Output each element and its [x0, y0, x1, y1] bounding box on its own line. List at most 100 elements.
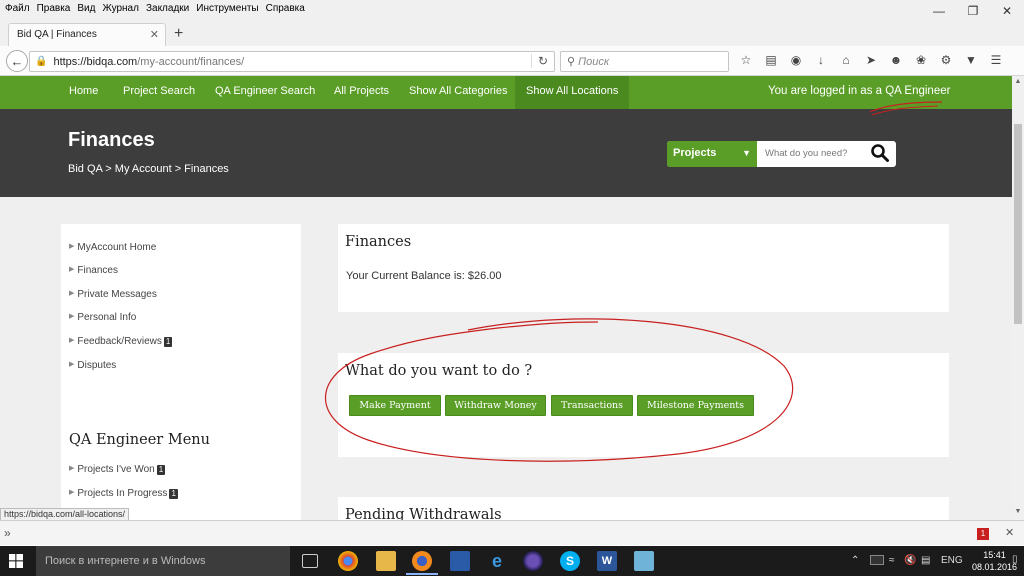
nav-show-all-categories[interactable]: Show All Categories: [409, 76, 507, 109]
page-scrollbar[interactable]: ▲ ▼: [1012, 76, 1024, 520]
menu-item-history[interactable]: Журнал: [102, 3, 139, 14]
close-bar-icon[interactable]: ✕: [1005, 526, 1014, 539]
toolbar-icons: ☆ ▤ ◉ ↓ ⌂ ➤ ☻ ❀ ⚙ ▼ ☰: [738, 53, 1004, 67]
sidebar-item-label: Personal Info: [77, 312, 137, 323]
logged-in-prefix: You are logged in as a: [768, 85, 886, 97]
sidebar-item-disputes[interactable]: ▶ Disputes: [69, 360, 116, 371]
triangle-right-icon: ▶: [69, 361, 75, 368]
nav-qa-engineer-search[interactable]: QA Engineer Search: [215, 76, 315, 109]
overflow-menu-icon[interactable]: ▼: [963, 53, 979, 67]
file-explorer-icon[interactable]: [376, 551, 396, 571]
sidebar-item-myaccount-home[interactable]: ▶ MyAccount Home: [69, 242, 156, 253]
header-search-input[interactable]: What do you need?: [765, 148, 847, 159]
withdraw-money-button[interactable]: Withdraw Money: [445, 395, 546, 416]
lock-icon: 🔒: [35, 56, 48, 67]
tray-app-icon[interactable]: [870, 555, 884, 565]
triangle-right-icon: ▶: [69, 266, 75, 273]
scroll-up-icon[interactable]: ▲: [1012, 78, 1024, 85]
firefox-icon[interactable]: [412, 551, 432, 571]
menu-item-view[interactable]: Вид: [77, 3, 95, 14]
word-icon[interactable]: W: [597, 551, 617, 571]
new-tab-icon[interactable]: +: [174, 25, 183, 43]
windows-start-icon[interactable]: [9, 554, 23, 568]
wifi-icon[interactable]: ≈: [889, 555, 895, 566]
nav-show-all-locations[interactable]: Show All Locations: [515, 76, 630, 109]
url-bar[interactable]: 🔒 https://bidqa.com /my-account/finances…: [29, 51, 555, 72]
active-app-indicator: [406, 573, 438, 575]
milestone-payments-button[interactable]: Milestone Payments: [637, 395, 754, 416]
chrome-icon[interactable]: [338, 551, 358, 571]
sidebar-item-personal-info[interactable]: ▶ Personal Info: [69, 312, 136, 323]
make-payment-button[interactable]: Make Payment: [349, 395, 441, 416]
finances-panel-title: Finances: [345, 234, 412, 250]
logged-in-status: You are logged in as a QA Engineer: [768, 85, 950, 97]
send-icon[interactable]: ➤: [863, 53, 879, 67]
caret-down-icon: ▼: [742, 148, 751, 158]
browser-search-placeholder: Поиск: [578, 56, 610, 68]
plugin-icon[interactable]: ⚙: [938, 53, 954, 67]
hamburger-menu-icon[interactable]: ☰: [988, 53, 1004, 67]
browser-tab[interactable]: Bid QA | Finances ✕: [8, 23, 166, 46]
screen: Файл Правка Вид Журнал Закладки Инструме…: [0, 0, 1024, 576]
clock-time: 15:41: [983, 550, 1006, 560]
sidebar-item-label: Private Messages: [77, 289, 157, 300]
search-category-select[interactable]: Projects ▼: [667, 141, 757, 167]
tray-expand-icon[interactable]: ⌃: [851, 555, 859, 566]
sidebar-item-projects-in-progress[interactable]: ▶ Projects In Progress 1: [69, 488, 178, 499]
reading-list-icon[interactable]: ▤: [763, 53, 779, 67]
scroll-down-icon[interactable]: ▼: [1012, 508, 1024, 515]
browser-menu-bar: Файл Правка Вид Журнал Закладки Инструме…: [0, 0, 1024, 16]
current-balance: Your Current Balance is: $26.00: [346, 270, 502, 282]
eclipse-icon[interactable]: [523, 551, 543, 571]
nav-all-projects[interactable]: All Projects: [334, 76, 389, 109]
close-tab-icon[interactable]: ✕: [150, 28, 159, 41]
search-icon[interactable]: [870, 143, 890, 163]
finances-panel: Finances Your Current Balance is: $26.00: [338, 224, 949, 312]
task-view-icon[interactable]: [302, 554, 318, 568]
save-app-icon[interactable]: [450, 551, 470, 571]
tab-strip: Bid QA | Finances ✕ +: [0, 16, 1024, 46]
volume-icon[interactable]: 🔇: [904, 555, 916, 566]
logged-in-role-link[interactable]: QA Engineer: [885, 85, 950, 97]
edge-icon[interactable]: e: [487, 551, 507, 571]
scrollbar-thumb[interactable]: [1014, 124, 1022, 324]
page-header: Finances Bid QA > My Account > Finances …: [0, 109, 1018, 197]
reload-icon[interactable]: ↻: [530, 54, 548, 68]
magnifier-icon: ⚲: [567, 56, 576, 68]
menu-item-tools[interactable]: Инструменты: [196, 3, 258, 14]
nav-project-search[interactable]: Project Search: [123, 76, 195, 109]
sidebar-item-finances[interactable]: ▶ Finances: [69, 265, 118, 276]
chevron-right-icon[interactable]: »: [4, 526, 11, 540]
skype-icon[interactable]: S: [560, 551, 580, 571]
message-icon[interactable]: ▤: [921, 555, 930, 566]
taskbar-search-input[interactable]: Поиск в интернете и в Windows: [36, 546, 290, 576]
pocket-icon[interactable]: ◉: [788, 53, 804, 67]
clock[interactable]: 15:41 08.01.2016: [972, 549, 1017, 573]
count-badge: 1: [156, 465, 166, 475]
sidebar-item-projects-won[interactable]: ▶ Projects I've Won 1: [69, 464, 166, 475]
nav-home[interactable]: Home: [69, 76, 98, 109]
extension-icon[interactable]: ❀: [913, 53, 929, 67]
transactions-button[interactable]: Transactions: [551, 395, 633, 416]
count-badge: 1: [163, 337, 173, 347]
menu-item-bookmarks[interactable]: Закладки: [146, 3, 189, 14]
chat-icon[interactable]: ☻: [888, 53, 904, 67]
language-indicator[interactable]: ENG: [941, 555, 963, 566]
qa-engineer-menu-heading: QA Engineer Menu: [69, 432, 210, 448]
sidebar-item-feedback-reviews[interactable]: ▶ Feedback/Reviews 1: [69, 336, 173, 347]
browser-search-input[interactable]: ⚲ Поиск: [560, 51, 729, 72]
menu-item-help[interactable]: Справка: [266, 3, 305, 14]
menu-item-file[interactable]: Файл: [5, 3, 30, 14]
home-icon[interactable]: ⌂: [838, 53, 854, 67]
back-arrow-icon[interactable]: ←: [6, 50, 28, 72]
bookmark-star-icon[interactable]: ☆: [738, 53, 754, 67]
triangle-right-icon: ▶: [69, 337, 75, 344]
menu-item-edit[interactable]: Правка: [37, 3, 71, 14]
notification-badge[interactable]: 1: [977, 528, 989, 540]
notepad-icon[interactable]: [634, 551, 654, 571]
account-sidebar: ▶ MyAccount Home ▶ Finances ▶ Private Messa…: [61, 224, 301, 524]
action-center-icon[interactable]: ▯: [1012, 554, 1018, 565]
triangle-right-icon: ▶: [69, 313, 75, 320]
sidebar-item-private-messages[interactable]: ▶ Private Messages: [69, 289, 157, 300]
download-icon[interactable]: ↓: [813, 53, 829, 67]
